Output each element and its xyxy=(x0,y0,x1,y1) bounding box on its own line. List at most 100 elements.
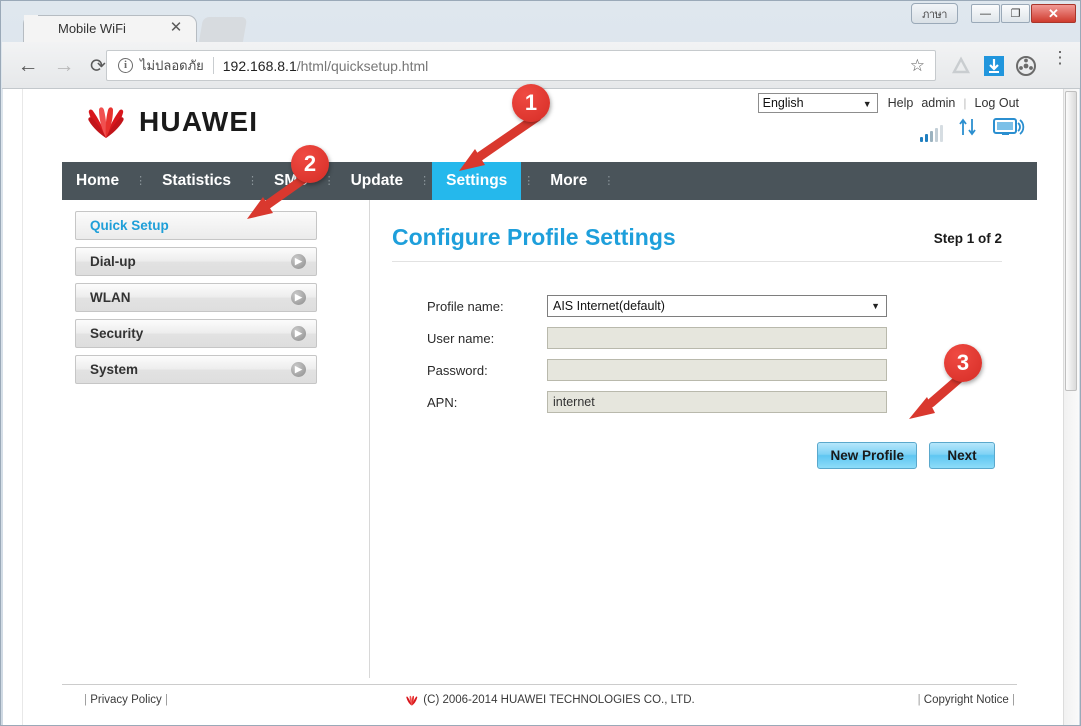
profile-name-select[interactable]: AIS Internet(default) ▼ xyxy=(547,295,887,317)
nav-separator: ⋮ xyxy=(135,174,147,187)
profile-name-value: AIS Internet(default) xyxy=(553,299,665,313)
profile-name-label: Profile name: xyxy=(427,298,504,314)
user-name-input[interactable] xyxy=(547,327,887,349)
page-left-margin xyxy=(3,89,23,725)
help-link[interactable]: Help xyxy=(888,96,914,110)
signal-bars-icon xyxy=(920,125,943,142)
footer-pipe-left: | xyxy=(84,694,87,706)
browser-window: Mobile WiFi ✕ ภาษา — ❐ ✕ ← → ⟳ i ไม่ปลอด… xyxy=(0,0,1081,726)
copyright-notice-link[interactable]: | Copyright Notice | xyxy=(918,694,1015,706)
back-arrow-icon[interactable]: ← xyxy=(14,52,42,80)
screenshot-root: Mobile WiFi ✕ ภาษา — ❐ ✕ ← → ⟳ i ไม่ปลอด… xyxy=(0,0,1081,726)
language-bar-button[interactable]: ภาษา xyxy=(911,3,958,24)
chevron-right-icon: ▶ xyxy=(291,290,306,305)
language-select[interactable]: English ▼ xyxy=(757,93,878,113)
footer-pipe-right2: | xyxy=(1012,694,1015,706)
content-divider xyxy=(369,200,370,678)
address-bar[interactable]: i ไม่ปลอดภัย 192.168.8.1/html/quicksetup… xyxy=(106,50,936,81)
url-host: 192.168.8.1 xyxy=(222,57,297,74)
huawei-flower-icon xyxy=(84,105,128,139)
nav-item-home[interactable]: Home xyxy=(62,162,133,200)
nav-separator: ⋮ xyxy=(419,174,431,187)
footer-content: | Privacy Policy | (C) 2006-2014 HUAWEI … xyxy=(62,694,1037,724)
user-label: admin xyxy=(921,96,956,110)
tab-title: Mobile WiFi xyxy=(58,21,126,36)
new-tab-button[interactable] xyxy=(198,17,248,43)
forward-arrow-icon[interactable]: → xyxy=(50,52,78,80)
url-text: 192.168.8.1/html/quicksetup.html xyxy=(223,58,428,74)
sidebar-item-wlan[interactable]: WLAN ▶ xyxy=(75,283,317,312)
star-icon[interactable]: ☆ xyxy=(910,56,925,76)
site-footer: | Privacy Policy | (C) 2006-2014 HUAWEI … xyxy=(62,684,1037,724)
next-button[interactable]: Next xyxy=(929,442,995,469)
nav-item-update[interactable]: Update xyxy=(337,162,418,200)
huawei-logo: HUAWEI xyxy=(84,105,258,139)
nav-separator: ⋮ xyxy=(603,174,615,187)
sidebar-item-dial-up[interactable]: Dial-up ▶ xyxy=(75,247,317,276)
page-body: Quick Setup Dial-up ▶ WLAN ▶ Security ▶ xyxy=(62,200,1037,678)
download-icon[interactable] xyxy=(983,55,1005,77)
annotation-marker-3: 3 xyxy=(944,344,982,382)
sidebar-item-label: WLAN xyxy=(90,290,131,305)
user-name-label: User name: xyxy=(427,330,495,346)
tab-strip: Mobile WiFi ✕ ภาษา — ❐ ✕ xyxy=(1,1,1080,43)
close-icon[interactable]: ✕ xyxy=(168,19,184,36)
language-value: English xyxy=(762,96,804,110)
step-indicator: Step 1 of 2 xyxy=(933,231,1002,246)
brand-name: HUAWEI xyxy=(139,106,259,137)
sidebar-item-security[interactable]: Security ▶ xyxy=(75,319,317,348)
connected-device-icon xyxy=(993,117,1025,142)
title-rule xyxy=(392,261,1002,262)
apn-label: APN: xyxy=(427,394,458,410)
form-row-user-name: User name: xyxy=(392,322,1037,354)
status-icon-group xyxy=(920,117,1025,142)
footer-rule xyxy=(62,684,1017,685)
kebab-menu-icon[interactable]: ⋮ xyxy=(1051,49,1069,66)
browser-toolbar: ← → ⟳ i ไม่ปลอดภัย 192.168.8.1/html/quic… xyxy=(2,42,1080,89)
annotation-number: 2 xyxy=(291,145,329,183)
annotation-marker-2: 2 xyxy=(291,145,329,183)
copyright-text: (C) 2006-2014 HUAWEI TECHNOLOGIES CO., L… xyxy=(404,694,695,706)
new-profile-button[interactable]: New Profile xyxy=(817,442,917,469)
copyright-notice-label: Copyright Notice xyxy=(923,694,1009,706)
privacy-policy-link[interactable]: | Privacy Policy | xyxy=(84,694,168,706)
omnibox-divider xyxy=(212,57,214,74)
footer-pipe-right: | xyxy=(917,694,921,706)
header-controls: English ▼ Help admin | Log Out xyxy=(757,93,1027,113)
security-label: ไม่ปลอดภัย xyxy=(140,58,204,73)
chevron-down-icon: ▼ xyxy=(862,99,872,109)
browser-tab[interactable]: Mobile WiFi ✕ xyxy=(23,15,197,43)
sidebar-item-label: Security xyxy=(90,326,144,341)
maximize-button[interactable]: ❐ xyxy=(1001,4,1030,23)
copyright-label: (C) 2006-2014 HUAWEI TECHNOLOGIES CO., L… xyxy=(423,694,695,706)
chevron-right-icon: ▶ xyxy=(291,326,306,341)
window-controls: ภาษา — ❐ ✕ xyxy=(910,3,1076,24)
footer-pipe-left2: | xyxy=(164,694,168,706)
chevron-down-icon: ▼ xyxy=(871,301,880,311)
apn-input[interactable]: internet xyxy=(547,391,887,413)
sidebar-item-system[interactable]: System ▶ xyxy=(75,355,317,384)
page-scrollbar[interactable] xyxy=(1063,89,1079,725)
film-reel-icon[interactable] xyxy=(1015,55,1037,77)
minimize-button[interactable]: — xyxy=(971,4,1000,23)
chevron-right-icon: ▶ xyxy=(291,362,306,377)
password-label: Password: xyxy=(427,362,488,378)
up-down-arrows-icon xyxy=(957,117,979,142)
url-path: /html/quicksetup.html xyxy=(296,57,429,74)
annotation-number: 3 xyxy=(944,344,982,382)
drive-icon[interactable] xyxy=(950,55,972,77)
info-circle-icon[interactable]: i xyxy=(118,58,133,73)
sidebar-item-label: Dial-up xyxy=(90,254,136,269)
form-row-profile-name: Profile name: AIS Internet(default) ▼ xyxy=(392,290,1037,322)
password-input[interactable] xyxy=(547,359,887,381)
close-window-button[interactable]: ✕ xyxy=(1031,4,1076,23)
huawei-mini-logo-icon xyxy=(404,695,418,706)
annotation-number: 1 xyxy=(512,84,550,122)
chevron-right-icon: ▶ xyxy=(291,254,306,269)
privacy-policy-label: Privacy Policy xyxy=(90,694,162,706)
logout-link[interactable]: Log Out xyxy=(975,96,1019,110)
sidebar-item-label: System xyxy=(90,362,139,377)
annotation-marker-1: 1 xyxy=(512,84,550,122)
scrollbar-thumb[interactable] xyxy=(1065,91,1077,391)
form-actions: New Profile Next xyxy=(392,442,995,469)
